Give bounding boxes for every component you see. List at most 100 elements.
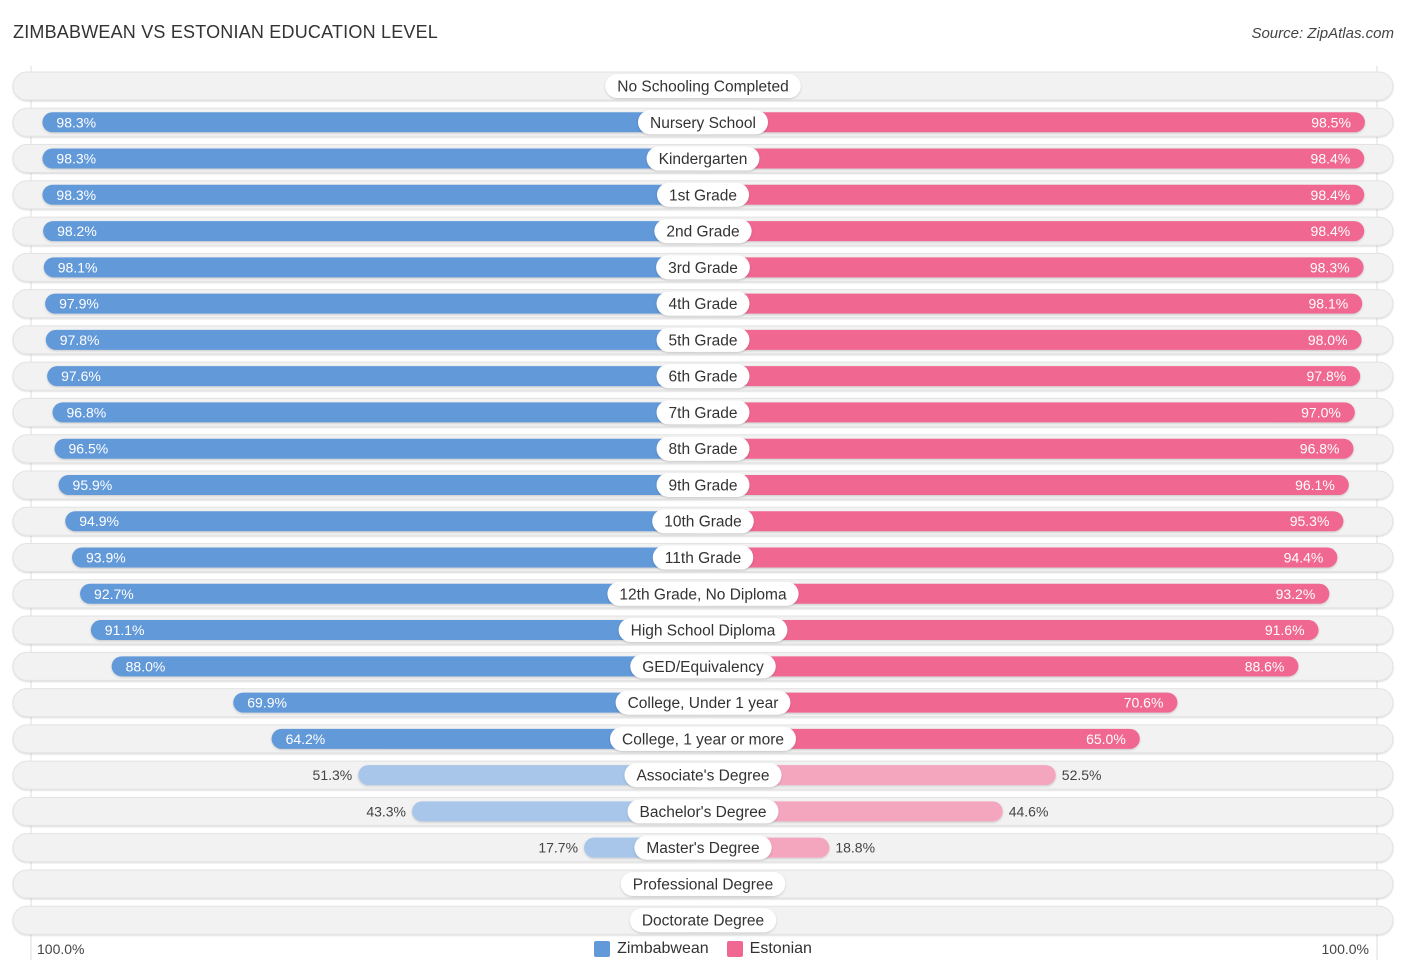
bar-estonian — [703, 511, 1344, 532]
value-label-estonian: 98.4% — [1311, 187, 1351, 203]
value-label-estonian: 88.6% — [1245, 658, 1285, 674]
bar-zimbabwean — [111, 656, 703, 677]
category-label: 11th Grade — [665, 550, 741, 567]
value-label-estonian: 98.5% — [1311, 114, 1351, 130]
category-label: 1st Grade — [669, 187, 737, 204]
bar-estonian — [703, 184, 1365, 205]
bar-row: 98.3% 98.5% Nursery School — [12, 107, 1394, 137]
category-label: 5th Grade — [669, 332, 738, 349]
bar-row: 5.2%6.0%Professional Degree — [12, 869, 1394, 899]
bar-zimbabwean — [43, 221, 703, 242]
bar-row: 94.9% 95.3% 10th Grade — [12, 506, 1394, 536]
category-label: 7th Grade — [669, 405, 738, 422]
bar-zimbabwean — [47, 366, 704, 387]
category-label: GED/Equivalency — [642, 659, 764, 676]
value-label-zimbabwean: 95.9% — [73, 477, 113, 493]
bar-estonian — [703, 438, 1354, 459]
category-label: Associate's Degree — [636, 768, 769, 785]
bar-row: 2.3%2.5%Doctorate Degree — [12, 905, 1394, 935]
value-label-zimbabwean: 94.9% — [79, 513, 119, 529]
bar-row: 96.8% 97.0% 7th Grade — [12, 397, 1394, 427]
bar-estonian — [703, 329, 1362, 350]
bar-zimbabwean — [43, 257, 703, 278]
value-label-estonian: 70.6% — [1124, 695, 1164, 711]
value-label-zimbabwean: 88.0% — [126, 658, 166, 674]
value-label-zimbabwean: 98.3% — [56, 114, 96, 130]
legend-swatch-zimbabwean — [594, 941, 611, 957]
bar-zimbabwean — [52, 402, 703, 423]
value-label-zimbabwean: 64.2% — [286, 731, 326, 747]
value-label-zimbabwean: 96.8% — [67, 404, 107, 420]
bar-row: 98.3% 98.4% 1st Grade — [12, 180, 1394, 210]
value-label-zimbabwean: 96.5% — [69, 441, 109, 457]
value-label-zimbabwean: 92.7% — [94, 586, 134, 602]
bar-row: 51.3% 52.5% Associate's Degree — [12, 760, 1394, 790]
category-label: 6th Grade — [669, 369, 738, 386]
legend-item-estonian[interactable]: Estonian — [726, 940, 812, 958]
category-label: Bachelor's Degree — [639, 804, 766, 821]
bar-estonian — [703, 620, 1319, 641]
bar-row: 96.5% 96.8% 8th Grade — [12, 434, 1394, 464]
legend-label-estonian: Estonian — [749, 940, 812, 957]
value-label-estonian: 93.2% — [1276, 586, 1316, 602]
bar-estonian — [703, 257, 1364, 278]
value-label-zimbabwean: 97.8% — [60, 332, 100, 348]
bar-zimbabwean — [90, 620, 704, 641]
value-label-zimbabwean: 69.9% — [247, 695, 287, 711]
bar-row: 98.3% 98.4% Kindergarten — [12, 144, 1394, 174]
bar-zimbabwean — [42, 184, 703, 205]
bar-row: 93.9% 94.4% 11th Grade — [12, 543, 1394, 573]
value-label-zimbabwean: 98.3% — [56, 151, 96, 167]
category-label: High School Diploma — [631, 623, 776, 640]
value-label-estonian: 96.1% — [1295, 477, 1335, 493]
bar-row: 92.7% 93.2% 12th Grade, No Diploma — [12, 579, 1394, 609]
bar-row: 64.2% 65.0% College, 1 year or more — [12, 724, 1394, 754]
bar-row: 43.3% 44.6% Bachelor's Degree — [12, 796, 1394, 826]
category-label: 12th Grade, No Diploma — [619, 586, 787, 603]
bar-estonian — [703, 402, 1355, 423]
category-label: 2nd Grade — [666, 224, 739, 241]
diverging-bar-chart: 1.7%1.6%No Schooling Completed 98.3% 98.5%… — [12, 66, 1394, 960]
value-label-zimbabwean: 98.2% — [57, 223, 97, 239]
value-label-zimbabwean: 93.9% — [86, 550, 126, 566]
bar-zimbabwean — [42, 112, 703, 133]
legend-item-zimbabwean[interactable]: Zimbabwean — [594, 940, 709, 958]
bar-zimbabwean — [45, 329, 704, 350]
bar-estonian — [703, 293, 1363, 314]
category-label: Master's Degree — [646, 840, 759, 857]
bar-estonian — [703, 112, 1365, 133]
value-label-estonian: 98.3% — [1310, 259, 1350, 275]
value-label-estonian: 97.0% — [1301, 404, 1341, 420]
category-label: Professional Degree — [633, 876, 773, 893]
value-label-estonian: 94.4% — [1284, 550, 1324, 566]
value-label-zimbabwean: 98.1% — [58, 259, 98, 275]
value-label-estonian: 98.4% — [1311, 151, 1351, 167]
bar-zimbabwean — [45, 293, 703, 314]
category-label: 9th Grade — [669, 477, 738, 494]
category-label: No Schooling Completed — [617, 79, 788, 96]
bar-row: 88.0% 88.6% GED/Equivalency — [12, 651, 1394, 681]
value-label-estonian: 91.6% — [1265, 622, 1305, 638]
bar-row: 97.8% 98.0% 5th Grade — [12, 325, 1394, 355]
value-label-zimbabwean: 97.6% — [61, 368, 101, 384]
bar-zimbabwean — [71, 547, 703, 568]
bar-zimbabwean — [58, 474, 703, 495]
bar-estonian — [703, 656, 1299, 677]
bar-estonian — [703, 474, 1349, 495]
category-label: 4th Grade — [669, 296, 738, 313]
value-label-estonian: 44.6% — [1009, 803, 1049, 819]
value-label-estonian: 65.0% — [1086, 731, 1126, 747]
value-label-estonian: 52.5% — [1062, 767, 1102, 783]
bar-zimbabwean — [42, 148, 703, 169]
category-label: 3rd Grade — [668, 260, 738, 277]
bar-row: 91.1% 91.6% High School Diploma — [12, 615, 1394, 645]
bar-estonian — [703, 148, 1365, 169]
value-label-estonian: 98.4% — [1311, 223, 1351, 239]
bar-row: 95.9% 96.1% 9th Grade — [12, 470, 1394, 500]
legend-swatch-estonian — [726, 941, 743, 957]
bar-row: 98.1% 98.3% 3rd Grade — [12, 252, 1394, 282]
value-label-zimbabwean: 97.9% — [59, 296, 99, 312]
bar-zimbabwean — [65, 511, 704, 532]
legend: Zimbabwean Estonian — [0, 940, 1406, 958]
bar-row: 17.7% 18.8% Master's Degree — [12, 833, 1394, 863]
